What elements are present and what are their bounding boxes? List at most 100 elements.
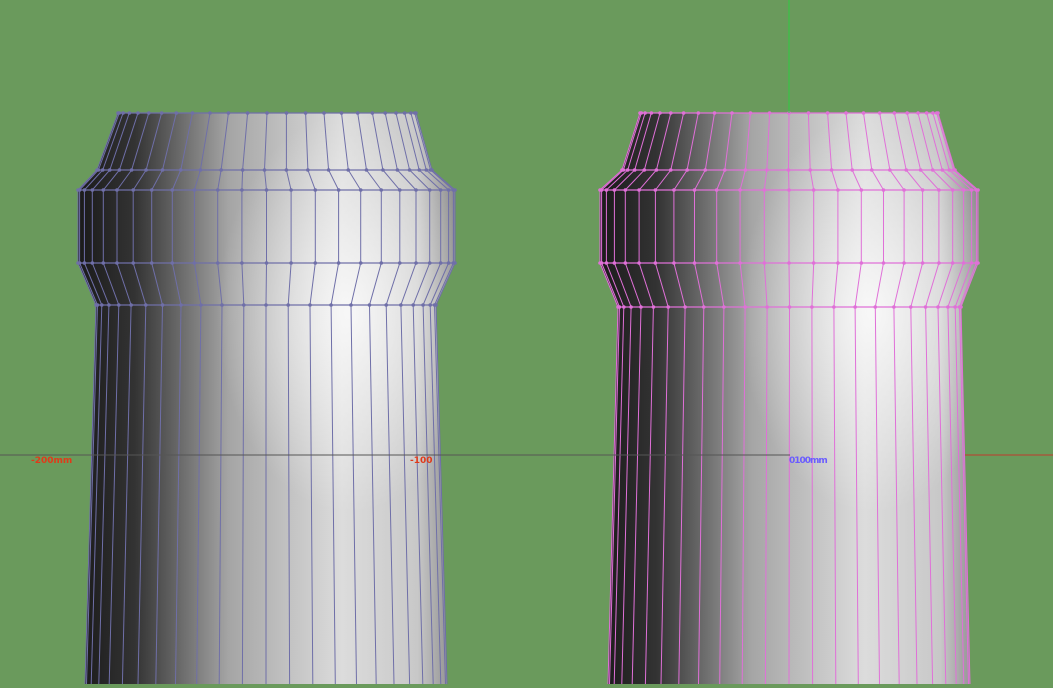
mesh-vertex[interactable] xyxy=(672,261,676,265)
mesh-vertex[interactable] xyxy=(160,168,165,172)
mesh-vertex[interactable] xyxy=(859,261,864,265)
mesh-vertex[interactable] xyxy=(367,303,372,307)
mesh-vertex[interactable] xyxy=(829,168,834,172)
mesh-vertex[interactable] xyxy=(355,111,360,115)
mesh-vertex[interactable] xyxy=(306,168,310,172)
mesh-vertex[interactable] xyxy=(672,188,676,192)
mesh-vertex[interactable] xyxy=(364,168,369,172)
mesh-vertex[interactable] xyxy=(806,111,811,115)
mesh-vertex[interactable] xyxy=(612,188,617,192)
mesh-vertex[interactable] xyxy=(953,305,957,309)
mesh-vertex[interactable] xyxy=(940,168,945,172)
mesh-vertex[interactable] xyxy=(877,111,882,115)
mesh-vertex[interactable] xyxy=(446,261,451,265)
mesh-vertex[interactable] xyxy=(931,111,935,115)
mesh-vertex[interactable] xyxy=(653,188,658,192)
mesh-vertex[interactable] xyxy=(881,188,886,192)
mesh-vertex[interactable] xyxy=(178,168,183,172)
mesh-vertex[interactable] xyxy=(923,305,928,309)
mesh-vertex[interactable] xyxy=(82,188,87,192)
mesh-vertex[interactable] xyxy=(90,261,95,265)
mesh-vertex[interactable] xyxy=(179,303,183,307)
mesh-vertex[interactable] xyxy=(397,261,402,265)
mesh-vertex[interactable] xyxy=(946,305,950,309)
mesh-vertex[interactable] xyxy=(399,303,403,307)
mesh-vertex[interactable] xyxy=(394,111,398,115)
mesh-vertex[interactable] xyxy=(326,168,331,172)
mesh-vertex[interactable] xyxy=(144,168,148,172)
mesh-vertex[interactable] xyxy=(976,188,980,192)
mesh-vertex[interactable] xyxy=(313,261,318,265)
mesh-vertex[interactable] xyxy=(95,303,100,307)
left-bottle-mesh[interactable] xyxy=(76,111,457,685)
mesh-vertex[interactable] xyxy=(969,188,974,192)
mesh-vertex[interactable] xyxy=(765,305,769,309)
mesh-vertex[interactable] xyxy=(767,111,772,115)
mesh-vertex[interactable] xyxy=(131,261,136,265)
mesh-vertex[interactable] xyxy=(902,188,906,192)
mesh-vertex[interactable] xyxy=(438,261,443,265)
mesh-vertex[interactable] xyxy=(649,111,654,115)
mesh-vertex[interactable] xyxy=(427,188,432,192)
mesh-vertex[interactable] xyxy=(339,111,344,115)
mesh-vertex[interactable] xyxy=(892,305,896,309)
mesh-vertex[interactable] xyxy=(284,168,289,172)
mesh-vertex[interactable] xyxy=(810,305,814,309)
mesh-vertex[interactable] xyxy=(637,188,641,192)
mesh-vertex[interactable] xyxy=(632,168,637,172)
mesh-vertex[interactable] xyxy=(402,111,407,115)
mesh-vertex[interactable] xyxy=(240,261,244,265)
mesh-vertex[interactable] xyxy=(685,168,689,172)
mesh-vertex[interactable] xyxy=(322,111,326,115)
mesh-vertex[interactable] xyxy=(453,261,457,265)
mesh-vertex[interactable] xyxy=(192,188,197,192)
mesh-vertex[interactable] xyxy=(617,305,622,309)
mesh-vertex[interactable] xyxy=(961,188,966,192)
mesh-vertex[interactable] xyxy=(129,168,134,172)
mesh-vertex[interactable] xyxy=(136,111,140,115)
mesh-vertex[interactable] xyxy=(762,188,767,192)
mesh-vertex[interactable] xyxy=(190,111,195,115)
mesh-vertex[interactable] xyxy=(421,303,425,307)
mesh-vertex[interactable] xyxy=(703,168,708,172)
mesh-vertex[interactable] xyxy=(99,303,104,307)
mesh-vertex[interactable] xyxy=(654,168,659,172)
mesh-vertex[interactable] xyxy=(599,188,604,192)
mesh-vertex[interactable] xyxy=(976,261,980,265)
mesh-vertex[interactable] xyxy=(284,111,289,115)
mesh-vertex[interactable] xyxy=(861,111,866,115)
mesh-vertex[interactable] xyxy=(349,303,353,307)
mesh-vertex[interactable] xyxy=(411,303,416,307)
mesh-vertex[interactable] xyxy=(116,303,121,307)
mesh-vertex[interactable] xyxy=(836,261,840,265)
mesh-vertex[interactable] xyxy=(905,111,910,115)
mesh-vertex[interactable] xyxy=(409,111,413,115)
mesh-vertex[interactable] xyxy=(730,111,734,115)
mesh-vertex[interactable] xyxy=(90,188,95,192)
mesh-vertex[interactable] xyxy=(743,168,748,172)
mesh-vertex[interactable] xyxy=(131,188,136,192)
mesh-vertex[interactable] xyxy=(101,188,106,192)
mesh-vertex[interactable] xyxy=(370,111,375,115)
mesh-vertex[interactable] xyxy=(916,111,920,115)
mesh-vertex[interactable] xyxy=(738,261,742,265)
mesh-vertex[interactable] xyxy=(384,303,389,307)
mesh-vertex[interactable] xyxy=(121,111,125,115)
mesh-vertex[interactable] xyxy=(313,188,318,192)
mesh-vertex[interactable] xyxy=(701,305,706,309)
mesh-vertex[interactable] xyxy=(336,261,341,265)
mesh-vertex[interactable] xyxy=(289,188,293,192)
mesh-vertex[interactable] xyxy=(262,168,267,172)
mesh-vertex[interactable] xyxy=(434,303,438,307)
mesh-vertex[interactable] xyxy=(888,168,892,172)
mesh-vertex[interactable] xyxy=(215,261,220,265)
mesh-vertex[interactable] xyxy=(428,303,433,307)
mesh-vertex[interactable] xyxy=(836,188,840,192)
mesh-vertex[interactable] xyxy=(192,261,197,265)
mesh-vertex[interactable] xyxy=(303,111,308,115)
mesh-vertex[interactable] xyxy=(953,168,957,172)
mesh-vertex[interactable] xyxy=(159,111,164,115)
mesh-vertex[interactable] xyxy=(902,261,906,265)
mesh-vertex[interactable] xyxy=(651,305,656,309)
mesh-vertex[interactable] xyxy=(329,303,333,307)
